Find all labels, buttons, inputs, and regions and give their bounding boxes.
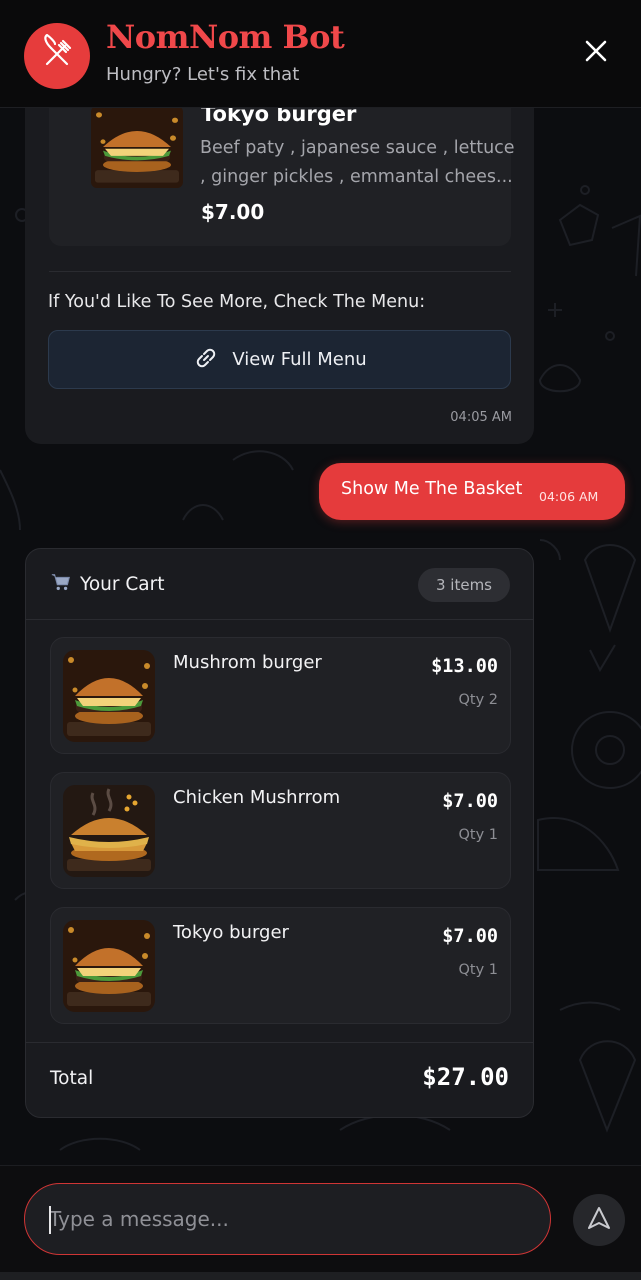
cart-item-name: Mushrom burger <box>173 652 322 673</box>
bot-subtitle: Hungry? Let's fix that <box>106 64 300 85</box>
cart-item[interactable]: Mushrom burger $13.00 Qty 2 <box>50 637 511 754</box>
cart-item-name: Chicken Mushrrom <box>173 787 341 808</box>
message-input[interactable] <box>24 1183 551 1255</box>
cart-item[interactable]: Chicken Mushrrom $7.00 Qty 1 <box>50 772 511 889</box>
total-label: Total <box>50 1068 94 1089</box>
bot-message-card: Tokyo burger Beef paty , japanese sauce … <box>25 90 534 444</box>
bot-title: NomNom Bot <box>106 18 345 56</box>
message-timestamp: 04:05 AM <box>450 410 512 425</box>
product-card[interactable]: Tokyo burger Beef paty , japanese sauce … <box>49 90 515 246</box>
view-full-menu-button[interactable]: View Full Menu <box>48 330 511 389</box>
close-button[interactable] <box>575 32 617 74</box>
user-message-bubble: Show Me The Basket 04:06 AM <box>319 463 625 520</box>
cart-item-qty: Qty 2 <box>458 692 498 708</box>
view-full-menu-label: View Full Menu <box>232 349 367 370</box>
send-button[interactable] <box>573 1194 625 1246</box>
see-more-text: If You'd Like To See More, Check The Men… <box>48 292 426 312</box>
fork-knife-icon <box>37 33 77 78</box>
product-image <box>91 106 183 188</box>
message-timestamp: 04:06 AM <box>539 489 599 504</box>
product-description: Beef paty , japanese sauce , lettuce , g… <box>200 138 515 187</box>
cart-item[interactable]: Tokyo burger $7.00 Qty 1 <box>50 907 511 1024</box>
divider <box>49 271 511 272</box>
total-value: $27.00 <box>422 1063 509 1091</box>
divider <box>26 1042 533 1043</box>
cart-item-price: $7.00 <box>442 791 498 812</box>
cart-card: Your Cart 3 items Mushrom burger $13.00 … <box>25 548 534 1118</box>
cart-title: Your Cart <box>80 573 165 595</box>
send-icon <box>586 1205 612 1235</box>
chat-header: NomNom Bot Hungry? Let's fix that <box>0 0 641 108</box>
text-caret <box>49 1206 51 1234</box>
bottom-edge <box>0 1272 641 1280</box>
cart-item-qty: Qty 1 <box>458 962 498 978</box>
close-icon <box>584 39 608 67</box>
shopping-cart-icon <box>50 571 72 597</box>
link-icon <box>192 344 220 376</box>
product-price: $7.00 <box>201 200 265 224</box>
cart-header: Your Cart <box>50 571 165 597</box>
bot-avatar <box>24 23 90 89</box>
cart-item-image <box>63 650 155 742</box>
cart-item-price: $13.00 <box>431 656 498 677</box>
cart-item-name: Tokyo burger <box>173 922 289 943</box>
user-message-text: Show Me The Basket <box>341 479 523 499</box>
cart-item-price: $7.00 <box>442 926 498 947</box>
item-count-badge: 3 items <box>418 568 510 602</box>
cart-item-image <box>63 920 155 1012</box>
cart-item-qty: Qty 1 <box>458 827 498 843</box>
divider <box>26 619 533 620</box>
composer-bar <box>0 1165 641 1280</box>
cart-item-image <box>63 785 155 877</box>
